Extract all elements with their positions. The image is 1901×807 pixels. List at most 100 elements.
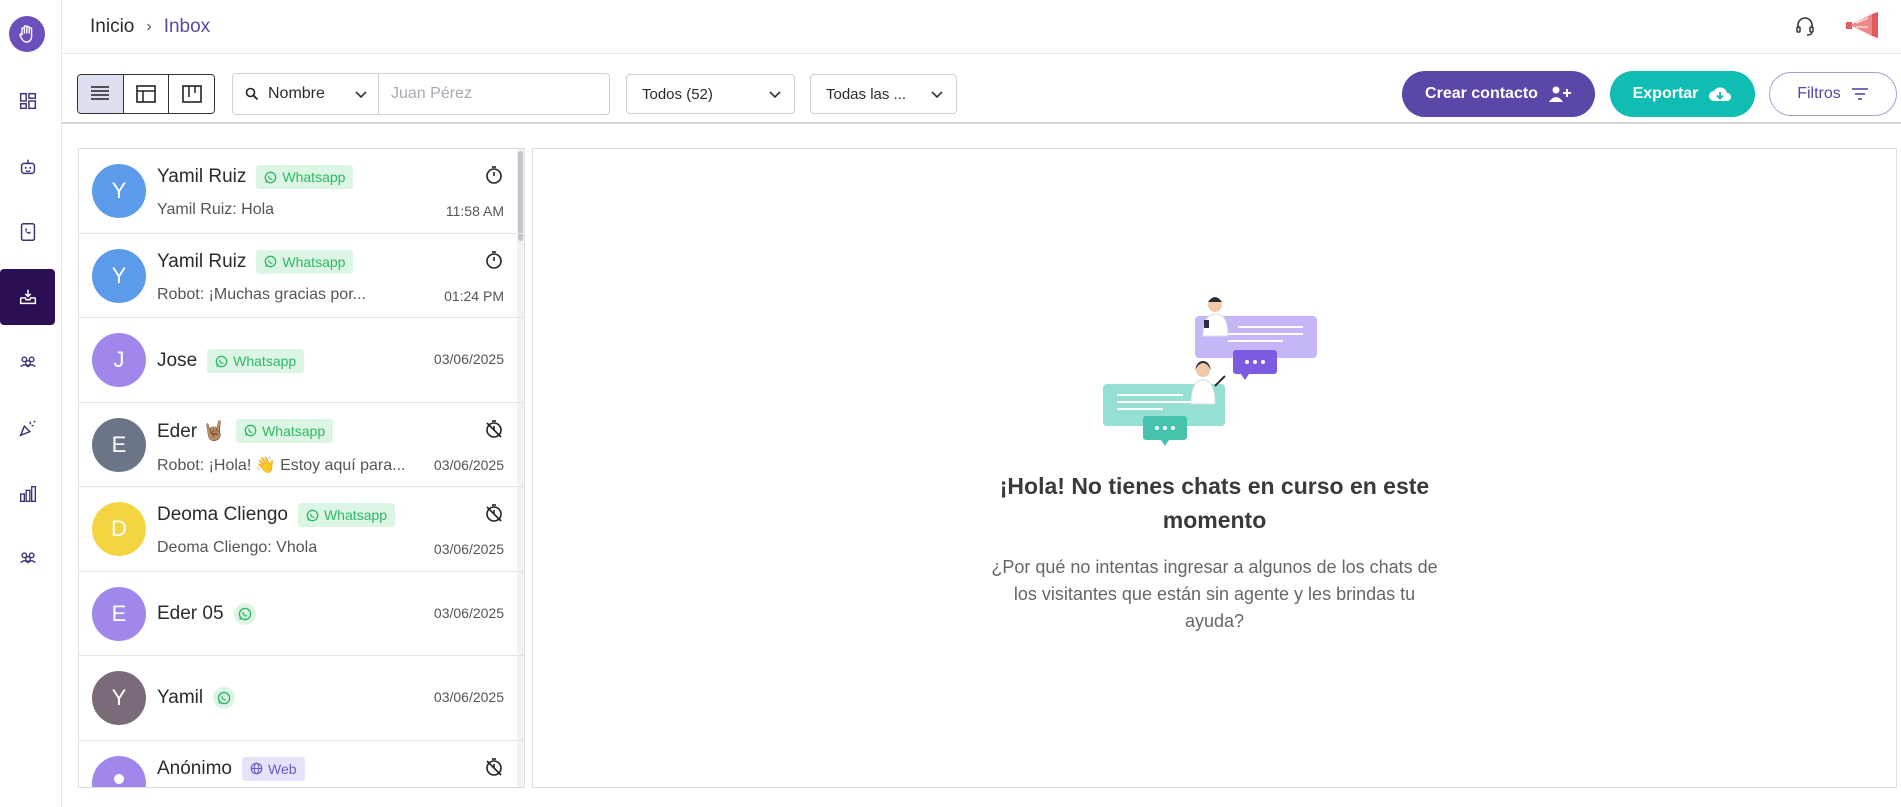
status-filter-dropdown[interactable]: Todos (52): [626, 74, 795, 114]
search-icon: [245, 87, 259, 101]
message-preview: Robot: ¡Muchas gracias por...: [157, 285, 366, 303]
nav-reports[interactable]: [0, 466, 55, 522]
contact-name: Jose: [157, 350, 198, 371]
channel-badge: Web: [242, 756, 305, 781]
message-preview: Robot: ¡Hola! 👋 Estoy aquí para...: [157, 456, 406, 474]
nav-campaigns[interactable]: [0, 400, 55, 456]
avatar: D: [92, 502, 146, 556]
message-time: 01:24 PM: [444, 287, 504, 304]
kanban-view-button[interactable]: [169, 75, 214, 113]
breadcrumb-current: Inbox: [163, 16, 211, 37]
message-time: 03/06/2025: [433, 351, 504, 367]
channel-badge: Whatsapp: [256, 249, 354, 274]
whatsapp-icon: [215, 355, 228, 367]
timer-icon: [486, 166, 502, 184]
filters-label: Filtros: [1797, 85, 1841, 102]
status-filter-label: Todos (52): [642, 85, 713, 103]
avatar: J: [92, 333, 146, 387]
chat-list-item[interactable]: Y Yamil 03/06/2025: [79, 656, 524, 741]
view-switcher: [77, 74, 215, 114]
users-icon: [19, 552, 36, 564]
nav-dashboard[interactable]: [0, 73, 55, 129]
chat-list-item[interactable]: E Eder 🤘🏽 Whatsapp Robot: ¡Hola! 👋 Estoy…: [79, 403, 524, 487]
team-icon: [19, 356, 36, 368]
nav-contacts-book[interactable]: [0, 204, 55, 260]
list-view-button[interactable]: [78, 75, 124, 113]
search-input[interactable]: [379, 74, 609, 114]
whatsapp-icon: [244, 424, 257, 437]
channel-label: Whatsapp: [262, 422, 326, 439]
announcements-button[interactable]: [1844, 9, 1884, 46]
search-group: Nombre: [232, 73, 610, 115]
support-button[interactable]: [1793, 14, 1817, 43]
megaphone-icon: [1846, 12, 1878, 38]
search-field-select[interactable]: Nombre: [233, 74, 379, 114]
search-field-label: Nombre: [268, 85, 325, 102]
nav-inbox[interactable]: [0, 269, 55, 325]
chevron-right-icon: ›: [146, 18, 152, 35]
breadcrumb-home[interactable]: Inicio: [90, 16, 134, 38]
contact-name: Yamil: [157, 687, 204, 708]
filters-button[interactable]: Filtros: [1769, 72, 1897, 116]
avatar: [92, 755, 146, 787]
nav-users[interactable]: [0, 531, 55, 587]
nav-bots[interactable]: [0, 139, 55, 195]
channel-label: Whatsapp: [323, 507, 388, 523]
sidebar: [0, 0, 62, 807]
brand-logo[interactable]: [9, 16, 45, 52]
channel-badge: Whatsapp: [256, 165, 354, 189]
chat-list-item[interactable]: Anónimo Web: [79, 741, 524, 787]
hand-logo-icon: [19, 25, 33, 43]
list-icon: [91, 86, 110, 100]
avatar: Y: [92, 671, 146, 725]
channel-badge: Whatsapp: [297, 503, 396, 527]
chat-name-row: Yamil: [157, 687, 236, 709]
contact-name: Anónimo: [157, 757, 232, 779]
chat-name-row: Eder 🤘🏽 Whatsapp: [157, 418, 334, 443]
chat-list: Y Yamil Ruiz Whatsapp Yamil Ruiz: Hola 1…: [78, 148, 525, 788]
contact-name: Eder 🤘🏽: [157, 420, 227, 442]
chat-name-row: Deoma Cliengo Whatsapp: [157, 503, 396, 527]
dashboard-icon: [19, 92, 36, 110]
chat-name-row: Anónimo Web: [157, 756, 305, 781]
create-contact-button[interactable]: Crear contacto: [1402, 71, 1595, 117]
cloud-download-icon: [1709, 87, 1732, 101]
channel-label: Whatsapp: [282, 169, 346, 185]
phone-book-icon: [20, 223, 35, 241]
chat-name-row: Eder 05: [157, 602, 256, 625]
whatsapp-icon: [238, 607, 251, 620]
chat-list-item[interactable]: Y Yamil Ruiz Whatsapp Robot: ¡Muchas gra…: [79, 234, 524, 318]
chat-list-item[interactable]: Y Yamil Ruiz Whatsapp Yamil Ruiz: Hola 1…: [79, 149, 524, 234]
category-filter-dropdown[interactable]: Todas las ...: [810, 74, 957, 114]
whatsapp-icon: [306, 509, 319, 521]
chat-list-item[interactable]: D Deoma Cliengo Whatsapp Deoma Cliengo: …: [79, 487, 524, 572]
whatsapp-icon: [265, 171, 277, 183]
chat-name-row: Yamil Ruiz Whatsapp: [157, 165, 354, 189]
chat-list-item[interactable]: E Eder 05 03/06/2025: [79, 572, 524, 656]
channel-badge: Whatsapp: [236, 418, 334, 443]
create-contact-label: Crear contacto: [1425, 85, 1538, 102]
contact-name: Deoma Cliengo: [157, 504, 288, 525]
chat-list-item[interactable]: J Jose Whatsapp 03/06/2025: [79, 318, 524, 403]
empty-state-description: ¿Por qué no intentas ingresar a algunos …: [991, 557, 1438, 631]
inbox-icon: [19, 289, 36, 305]
avatar: Y: [92, 164, 146, 218]
breadcrumb: Inicio › Inbox: [90, 16, 210, 38]
chat-illustration: [1103, 297, 1317, 446]
table-view-button[interactable]: [123, 75, 170, 113]
export-label: Exportar: [1632, 85, 1699, 102]
channel-badge: Whatsapp: [207, 349, 305, 373]
message-time: 03/06/2025: [433, 689, 504, 705]
contact-name: Eder 05: [157, 602, 224, 624]
timer-off-icon: [486, 419, 502, 438]
nav-team[interactable]: [0, 335, 55, 391]
export-button[interactable]: Exportar: [1610, 71, 1755, 117]
message-time: 03/06/2025: [433, 604, 504, 621]
table-icon: [136, 85, 156, 103]
message-time: 03/06/2025: [433, 541, 504, 557]
channel-label: Web: [268, 760, 297, 777]
timer-off-icon: [486, 757, 502, 776]
headset-icon: [1796, 17, 1814, 36]
timer-off-icon: [486, 504, 502, 522]
message-time: 03/06/2025: [433, 456, 504, 473]
